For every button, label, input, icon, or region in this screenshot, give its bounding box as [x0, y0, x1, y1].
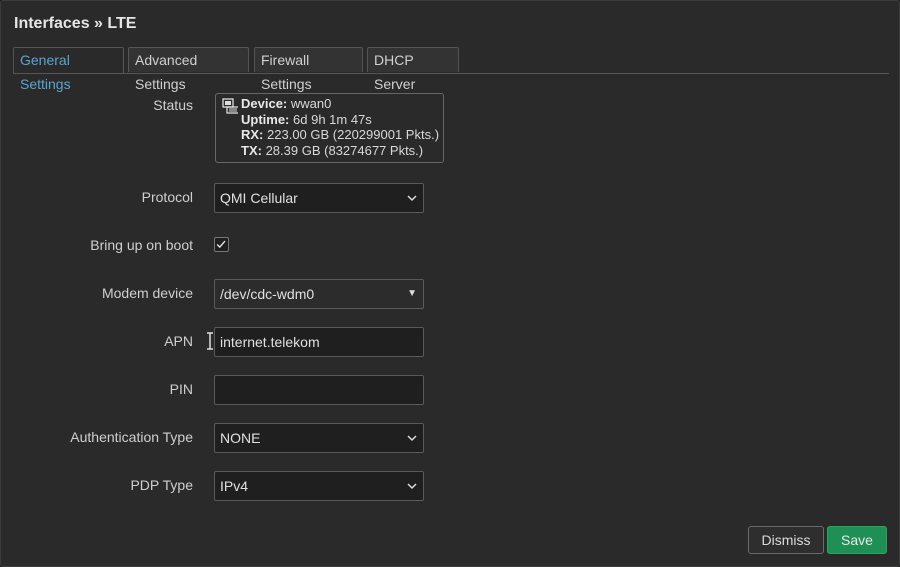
tab-bar: General Settings Advanced Settings Firew… [13, 47, 889, 92]
interface-dialog: Interfaces » LTE General Settings Advanc… [0, 0, 900, 567]
network-interface-icon [222, 98, 238, 114]
tx-key: TX: [241, 142, 262, 158]
modem-value: /dev/cdc-wdm0 [220, 286, 315, 302]
chevron-down-icon [407, 435, 417, 442]
authentication-type-select[interactable]: NONE [214, 423, 424, 453]
auth-value: NONE [220, 430, 261, 446]
uptime-value: 6d 9h 1m 47s [293, 111, 372, 127]
pin-input[interactable] [214, 375, 424, 405]
dialog-title: Interfaces » LTE [14, 15, 137, 32]
protocol-label: Protocol [141, 189, 193, 205]
apn-input[interactable] [214, 327, 424, 357]
device-value: wwan0 [290, 96, 332, 111]
tab-advanced-settings[interactable]: Advanced Settings [128, 47, 249, 92]
rx-key: RX: [241, 127, 264, 142]
tx-value: 28.39 GB (83274677 Pkts.) [265, 142, 424, 158]
pin-label: PIN [169, 381, 193, 397]
triangle-down-icon: ▼ [407, 288, 417, 299]
pdp-label: PDP Type [130, 477, 193, 493]
device-key: Device: [241, 96, 288, 111]
modem-device-combobox[interactable]: /dev/cdc-wdm0 ▼ [214, 279, 424, 309]
boot-label: Bring up on boot [90, 237, 193, 253]
bring-up-on-boot-checkbox[interactable] [214, 237, 229, 252]
modem-label: Modem device [101, 285, 193, 301]
text-cursor-icon [207, 332, 213, 350]
save-button[interactable]: Save [827, 526, 887, 554]
apn-label: APN [164, 333, 193, 349]
auth-label: Authentication Type [70, 429, 193, 445]
tab-general-settings[interactable]: General Settings [13, 47, 124, 92]
protocol-value: QMI Cellular [220, 190, 298, 206]
status-box: Device: wwan0 Uptime: 6d 9h 1m 47s RX: 2… [215, 93, 444, 163]
check-icon [216, 240, 226, 249]
chevron-down-icon [407, 483, 417, 490]
pdp-type-select[interactable]: IPv4 [214, 471, 424, 501]
tab-dhcp-server[interactable]: DHCP Server [367, 47, 459, 92]
rx-value: 223.00 GB (220299001 Pkts.) [267, 127, 440, 142]
status-details: Device: wwan0 Uptime: 6d 9h 1m 47s RX: 2… [241, 96, 439, 158]
chevron-down-icon [407, 195, 417, 202]
status-label: Status [153, 97, 193, 113]
protocol-select[interactable]: QMI Cellular [214, 183, 424, 213]
tab-firewall-settings[interactable]: Firewall Settings [254, 47, 363, 92]
uptime-key: Uptime: [241, 111, 290, 127]
pdp-value: IPv4 [220, 478, 249, 494]
dismiss-button[interactable]: Dismiss [748, 526, 824, 554]
